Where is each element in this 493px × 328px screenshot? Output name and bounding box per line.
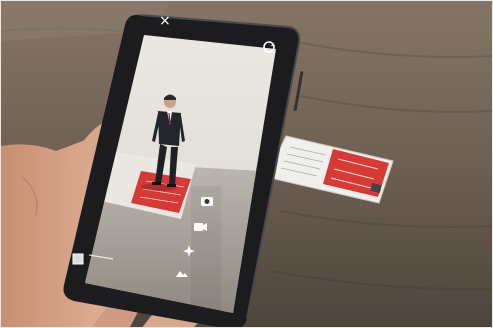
- video-icon[interactable]: [194, 223, 207, 231]
- gallery-thumbnail-icon[interactable]: [72, 253, 84, 265]
- camera-icon[interactable]: [201, 197, 213, 206]
- photo-frame: ×: [0, 0, 493, 328]
- photo-scene: ×: [1, 1, 492, 327]
- close-icon[interactable]: ×: [159, 13, 171, 29]
